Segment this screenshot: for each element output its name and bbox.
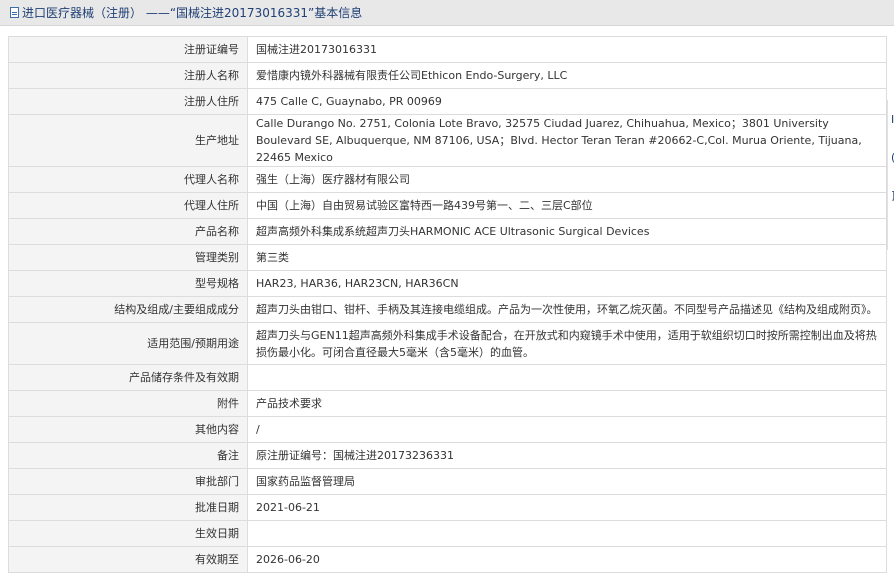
field-value: 国械注进20173016331 bbox=[247, 36, 887, 63]
field-value: / bbox=[247, 416, 887, 443]
side-toolbar[interactable]: I ( ] bbox=[887, 100, 894, 250]
field-label: 注册人名称 bbox=[8, 62, 248, 89]
field-label: 结构及组成/主要组成成分 bbox=[8, 296, 248, 323]
page-title: 进口医疗器械（注册） ——“国械注进20173016331”基本信息 bbox=[22, 6, 363, 20]
field-value: 国家药品监督管理局 bbox=[247, 468, 887, 495]
field-value: 2026-06-20 bbox=[247, 546, 887, 573]
field-value: Calle Durango No. 2751, Colonia Lote Bra… bbox=[247, 114, 887, 167]
field-label: 管理类别 bbox=[8, 244, 248, 271]
table-row: 生效日期 bbox=[8, 520, 887, 547]
field-value: 2021-06-21 bbox=[247, 494, 887, 521]
field-label: 其他内容 bbox=[8, 416, 248, 443]
field-label: 生效日期 bbox=[8, 520, 248, 547]
field-value: 产品技术要求 bbox=[247, 390, 887, 417]
field-value: 超声高频外科集成系统超声刀头HARMONIC ACE Ultrasonic Su… bbox=[247, 218, 887, 245]
field-label: 代理人名称 bbox=[8, 166, 248, 193]
table-row: 代理人住所 中国（上海）自由贸易试验区富特西一路439号第一、二、三层C部位 bbox=[8, 192, 887, 219]
field-label: 生产地址 bbox=[8, 114, 248, 167]
field-label: 代理人住所 bbox=[8, 192, 248, 219]
field-value: 475 Calle C, Guaynabo, PR 00969 bbox=[247, 88, 887, 115]
field-value: 超声刀头由钳口、钳杆、手柄及其连接电缆组成。产品为一次性使用，环氧乙烷灭菌。不同… bbox=[247, 296, 887, 323]
field-value: 超声刀头与GEN11超声高频外科集成手术设备配合，在开放式和内窥镜手术中使用，适… bbox=[247, 322, 887, 365]
field-label: 适用范围/预期用途 bbox=[8, 322, 248, 365]
field-label: 产品名称 bbox=[8, 218, 248, 245]
table-row: 型号规格 HAR23, HAR36, HAR23CN, HAR36CN bbox=[8, 270, 887, 297]
field-label: 产品储存条件及有效期 bbox=[8, 364, 248, 391]
field-label: 型号规格 bbox=[8, 270, 248, 297]
table-row: 注册证编号 国械注进20173016331 bbox=[8, 36, 887, 63]
field-value bbox=[247, 520, 887, 547]
info-table: 注册证编号 国械注进20173016331 注册人名称 爱惜康内镜外科器械有限责… bbox=[8, 36, 887, 573]
table-row: 适用范围/预期用途 超声刀头与GEN11超声高频外科集成手术设备配合，在开放式和… bbox=[8, 322, 887, 365]
field-label: 附件 bbox=[8, 390, 248, 417]
field-value bbox=[247, 364, 887, 391]
table-row: 注册人住所 475 Calle C, Guaynabo, PR 00969 bbox=[8, 88, 887, 115]
table-row: 有效期至 2026-06-20 bbox=[8, 546, 887, 573]
table-row: 批准日期 2021-06-21 bbox=[8, 494, 887, 521]
field-value: 强生（上海）医疗器材有限公司 bbox=[247, 166, 887, 193]
table-row: 产品储存条件及有效期 bbox=[8, 364, 887, 391]
table-row: 代理人名称 强生（上海）医疗器材有限公司 bbox=[8, 166, 887, 193]
table-row: 附件 产品技术要求 bbox=[8, 390, 887, 417]
table-row: 产品名称 超声高频外科集成系统超声刀头HARMONIC ACE Ultrason… bbox=[8, 218, 887, 245]
table-row: 结构及组成/主要组成成分 超声刀头由钳口、钳杆、手柄及其连接电缆组成。产品为一次… bbox=[8, 296, 887, 323]
table-row: 生产地址 Calle Durango No. 2751, Colonia Lot… bbox=[8, 114, 887, 167]
field-label: 批准日期 bbox=[8, 494, 248, 521]
field-label: 备注 bbox=[8, 442, 248, 469]
table-row: 注册人名称 爱惜康内镜外科器械有限责任公司Ethicon Endo-Surger… bbox=[8, 62, 887, 89]
field-value: 爱惜康内镜外科器械有限责任公司Ethicon Endo-Surgery, LLC bbox=[247, 62, 887, 89]
field-value: 原注册证编号：国械注进20173236331 bbox=[247, 442, 887, 469]
table-row: 审批部门 国家药品监督管理局 bbox=[8, 468, 887, 495]
table-row: 管理类别 第三类 bbox=[8, 244, 887, 271]
table-row: 备注 原注册证编号：国械注进20173236331 bbox=[8, 442, 887, 469]
field-label: 注册证编号 bbox=[8, 36, 248, 63]
field-value: 第三类 bbox=[247, 244, 887, 271]
field-value: 中国（上海）自由贸易试验区富特西一路439号第一、二、三层C部位 bbox=[247, 192, 887, 219]
table-row: 其他内容 / bbox=[8, 416, 887, 443]
field-label: 有效期至 bbox=[8, 546, 248, 573]
field-label: 审批部门 bbox=[8, 468, 248, 495]
field-value: HAR23, HAR36, HAR23CN, HAR36CN bbox=[247, 270, 887, 297]
field-label: 注册人住所 bbox=[8, 88, 248, 115]
page-header: 进口医疗器械（注册） ——“国械注进20173016331”基本信息 bbox=[0, 0, 894, 26]
document-icon bbox=[10, 7, 19, 18]
